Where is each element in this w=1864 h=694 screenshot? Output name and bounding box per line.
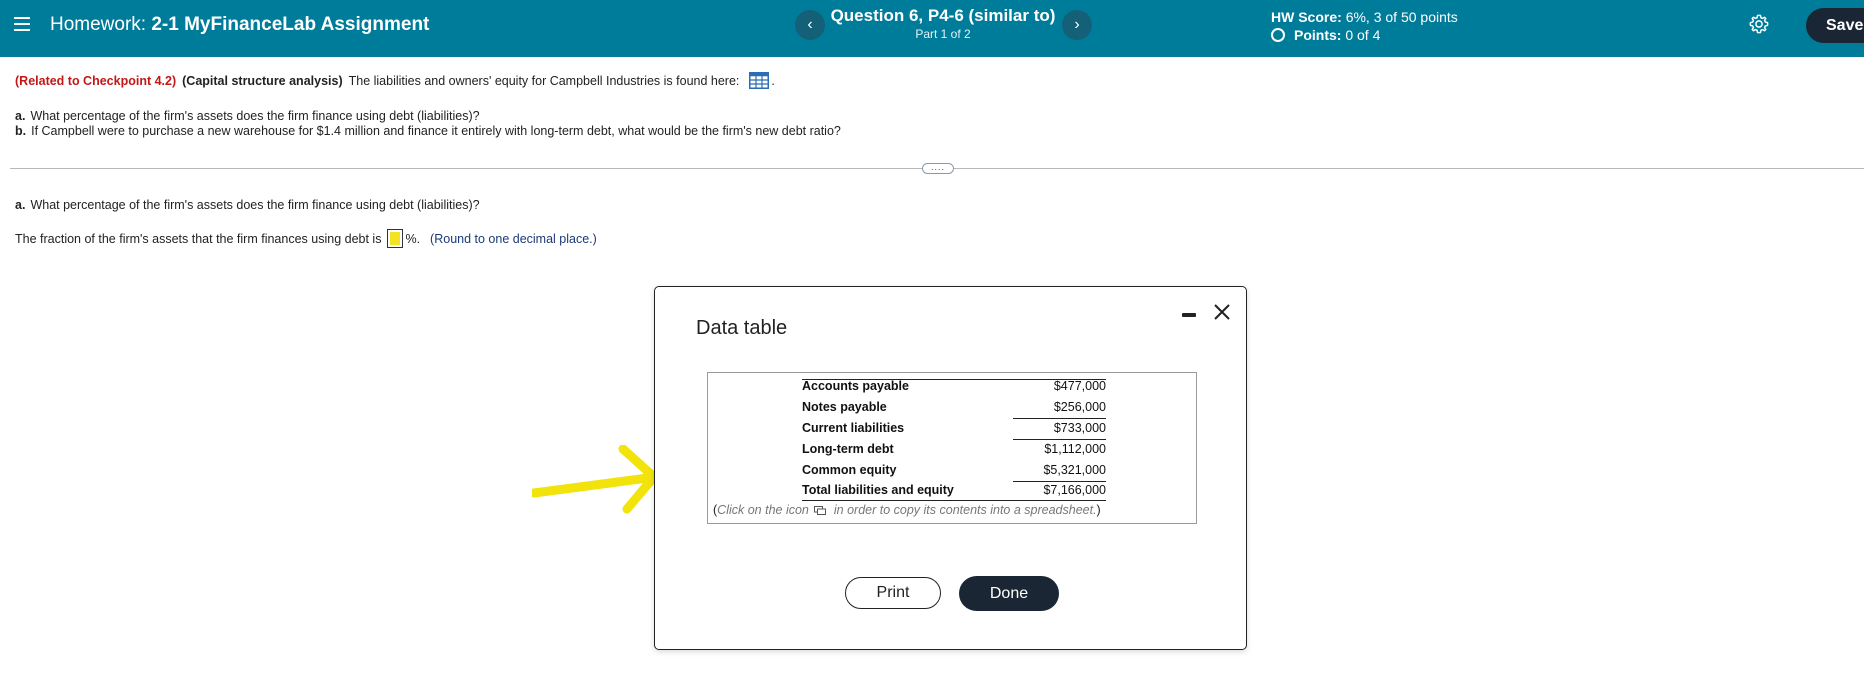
part-b-text: If Campbell were to purchase a new wareh… (31, 124, 841, 138)
part-a-text: What percentage of the firm's assets doe… (30, 109, 480, 123)
row-label: Current liabilities (802, 421, 905, 435)
assignment-name: 2-1 MyFinanceLab Assignment (151, 14, 430, 35)
question-topic: (Capital structure analysis) (182, 73, 343, 88)
question-title: Question 6, P4-6 (similar to) (830, 6, 1056, 25)
table-row: Long-term debt $1,112,000 (802, 439, 1106, 459)
row-value: $256,000 (1053, 400, 1106, 414)
close-icon[interactable] (1213, 303, 1231, 321)
points-label: Points: (1294, 27, 1342, 43)
points-value: 0 of 4 (1345, 27, 1381, 43)
row-label: Accounts payable (802, 379, 909, 393)
table-row: Common equity $5,321,000 (802, 460, 1106, 480)
copy-spreadsheet-icon[interactable] (813, 505, 826, 515)
next-question-button[interactable]: › (1062, 10, 1092, 40)
answer-line: The fraction of the firm's assets that t… (15, 229, 597, 248)
save-button[interactable]: Save (1806, 8, 1864, 43)
copy-note-close: ) (1096, 503, 1101, 517)
divider-handle[interactable]: .... (922, 163, 954, 174)
dialog-title: Data table (696, 317, 788, 339)
hw-score-value: 6%, 3 of 50 points (1345, 9, 1458, 25)
copy-note-text-a: Click on the icon (717, 503, 809, 517)
related-checkpoint: (Related to Checkpoint 4.2) (15, 73, 177, 88)
intro-text: The liabilities and owners' equity for C… (348, 73, 740, 88)
table-row: Accounts payable $477,000 (802, 376, 1106, 396)
part-b-question: b. If Campbell were to purchase a new war… (15, 124, 841, 138)
row-label: Total liabilities and equity (802, 483, 954, 497)
table-row: Total liabilities and equity $7,166,000 (802, 480, 1106, 500)
answer-suffix: %. (405, 231, 421, 246)
intro-period: . (771, 73, 775, 88)
row-label: Long-term debt (802, 442, 894, 456)
minimize-icon[interactable] (1182, 313, 1196, 317)
row-label: Notes payable (802, 400, 887, 414)
part-b-letter: b. (15, 124, 27, 138)
row-value: $733,000 (1053, 421, 1106, 435)
part-a-question: a. What percentage of the firm's assets d… (15, 109, 480, 123)
previous-question-button[interactable]: ‹ (795, 10, 825, 40)
data-table-dialog: Data table Accounts payable $477,000 Not… (654, 286, 1247, 650)
row-value: $7,166,000 (1043, 483, 1106, 497)
answer-heading-text: What percentage of the firm's assets doe… (30, 198, 480, 212)
table-row: Current liabilities $733,000 (802, 418, 1106, 438)
hw-score-label: HW Score: (1271, 9, 1342, 25)
data-table-icon[interactable] (749, 72, 770, 89)
homework-prefix: Homework: (50, 14, 147, 35)
answer-prefix: The fraction of the firm's assets that t… (15, 231, 382, 246)
row-value: $477,000 (1053, 379, 1106, 393)
question-intro: (Related to Checkpoint 4.2) (Capital str… (15, 72, 775, 89)
homework-title: Homework: 2-1 MyFinanceLab Assignment (50, 14, 429, 36)
question-part: Part 1 of 2 (915, 27, 971, 41)
points-row: Points: 0 of 4 (1271, 26, 1458, 44)
score-block: HW Score: 6%, 3 of 50 points Points: 0 o… (1271, 8, 1458, 44)
hw-score: HW Score: 6%, 3 of 50 points (1271, 8, 1458, 26)
answer-input[interactable] (387, 229, 404, 248)
done-button[interactable]: Done (959, 576, 1059, 611)
part-a-letter: a. (15, 109, 26, 123)
print-button[interactable]: Print (845, 577, 941, 609)
copy-note: ( Click on the icon in order to copy its… (713, 503, 1101, 517)
round-note: (Round to one decimal place.) (430, 231, 597, 246)
yellow-arrow-annotation (532, 445, 659, 514)
points-circle-icon (1271, 28, 1285, 42)
row-value: $5,321,000 (1043, 463, 1106, 477)
answer-heading: a. What percentage of the firm's assets d… (15, 198, 480, 212)
gear-icon[interactable] (1748, 13, 1770, 35)
data-table: Accounts payable $477,000 Notes payable … (707, 372, 1197, 524)
table-row: Notes payable $256,000 (802, 397, 1106, 417)
answer-heading-letter: a. (15, 198, 26, 212)
menu-icon[interactable] (14, 17, 30, 31)
row-value: $1,112,000 (1044, 442, 1106, 456)
row-label: Common equity (802, 463, 897, 477)
top-bar: Homework: 2-1 MyFinanceLab Assignment ‹ … (0, 0, 1864, 57)
answer-input-highlight (390, 232, 401, 245)
bottom-rule (802, 500, 1106, 501)
copy-note-text-b: in order to copy its contents into a spr… (833, 503, 1097, 517)
